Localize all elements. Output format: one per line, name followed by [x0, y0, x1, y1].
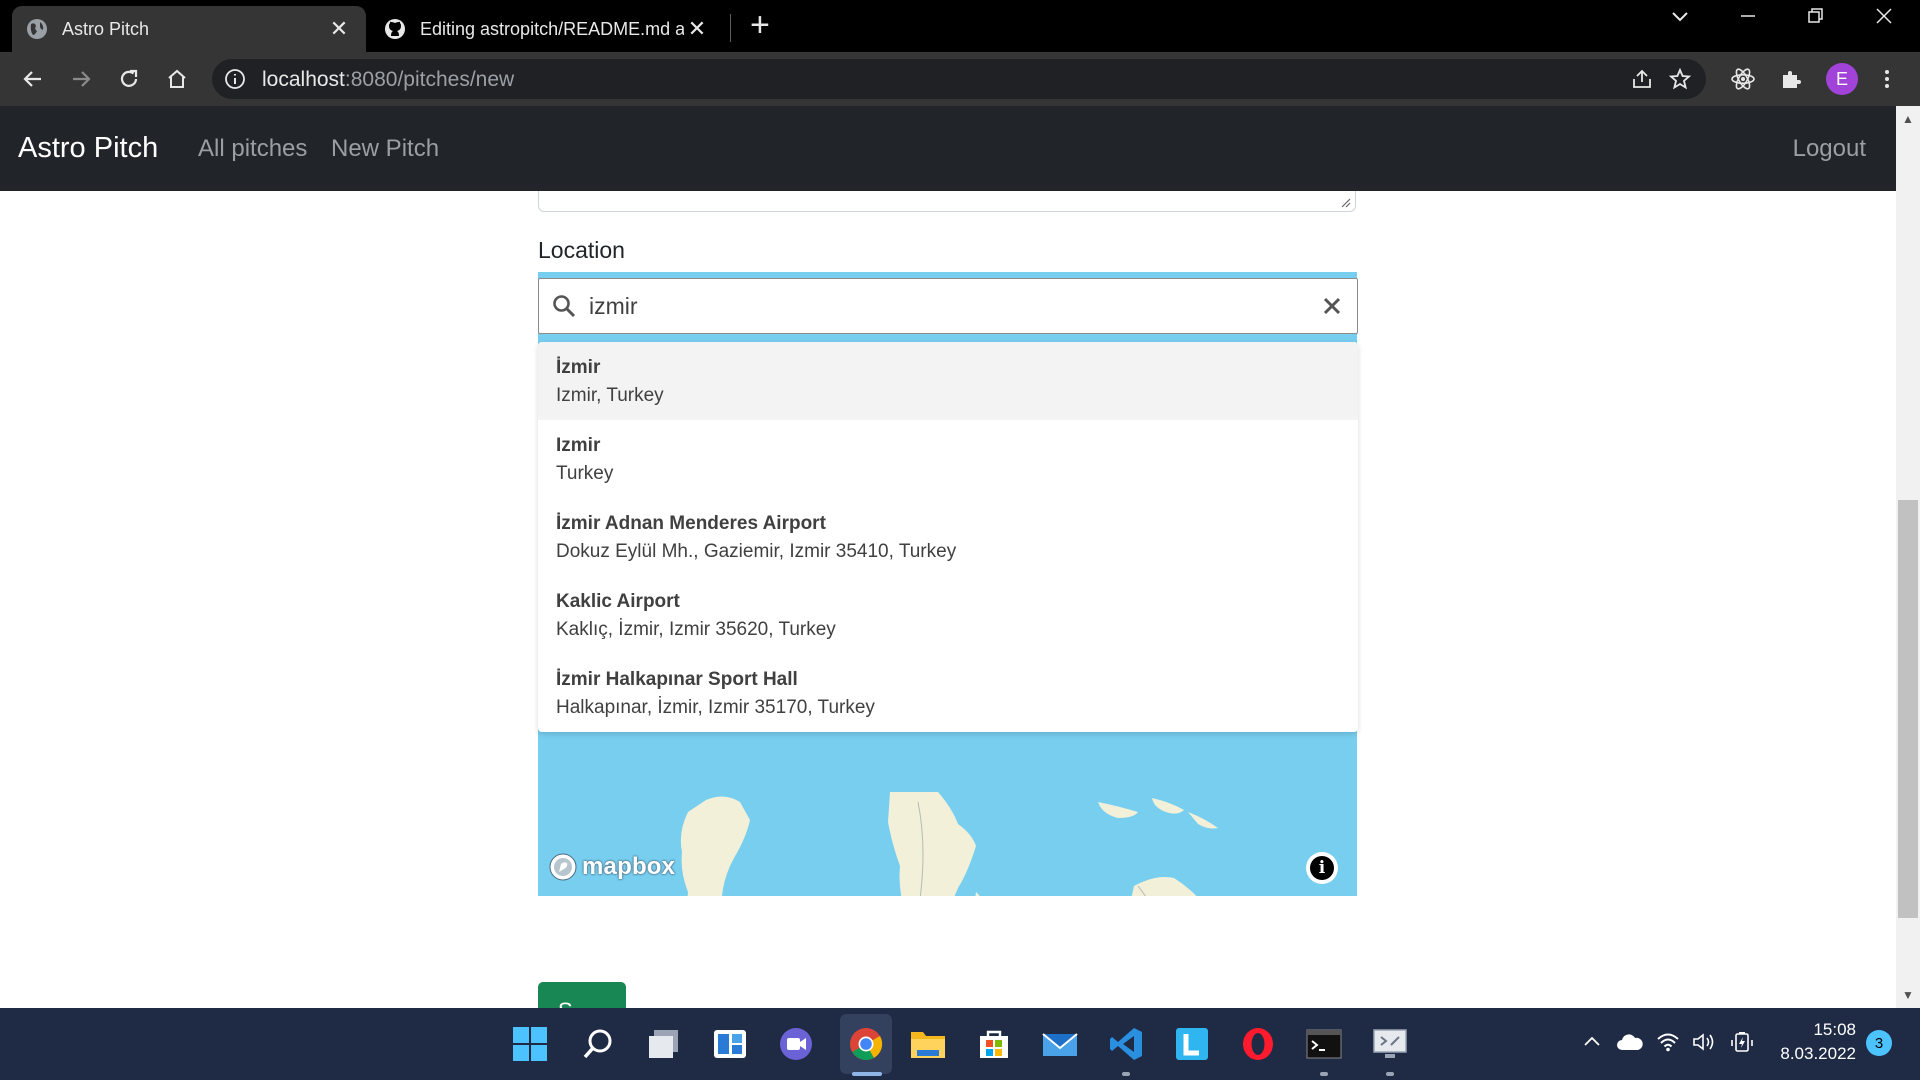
bookmark-star-icon[interactable]: [1668, 67, 1692, 96]
react-devtools-icon[interactable]: [1726, 62, 1760, 96]
volume-icon[interactable]: [1692, 1032, 1718, 1057]
notification-badge[interactable]: 3: [1866, 1030, 1892, 1056]
browser-tab-bar: Astro Pitch ✕ Editing astropitch/README.…: [0, 0, 1920, 52]
search-icon: [553, 295, 576, 318]
location-search-input[interactable]: [589, 289, 1289, 323]
location-geocoder: [538, 278, 1358, 334]
close-tab-icon[interactable]: ✕: [326, 16, 352, 42]
suggestion-item[interactable]: İzmir Izmir, Turkey: [538, 342, 1358, 420]
site-info-icon[interactable]: [224, 68, 246, 90]
windows-taskbar: 15:08 8.03.2022 3: [0, 1008, 1920, 1080]
suggestion-address: Turkey: [556, 463, 614, 484]
address-url: localhost:8080/pitches/new: [262, 68, 515, 91]
taskbar-clock[interactable]: 15:08 8.03.2022: [1762, 1018, 1856, 1066]
restore-icon[interactable]: [1806, 6, 1826, 32]
wifi-icon[interactable]: [1656, 1032, 1680, 1057]
info-glyph: i: [1310, 856, 1334, 880]
suggestion-title: Izmir: [556, 435, 601, 456]
search-taskbar-icon[interactable]: [576, 1022, 620, 1066]
battery-charging-icon[interactable]: [1730, 1032, 1756, 1057]
tab-github-readme[interactable]: Editing astropitch/README.md a ✕: [370, 6, 724, 52]
site-navbar: Astro Pitch All pitches New Pitch Logout: [0, 106, 1896, 191]
teams-chat-icon[interactable]: [774, 1022, 818, 1066]
mapbox-logo-text: mapbox: [582, 853, 676, 880]
remote-desktop-running-indicator: [1386, 1072, 1394, 1076]
suggestion-address: Halkapınar, İzmir, Izmir 35170, Turkey: [556, 697, 875, 718]
suggestion-item[interactable]: Izmir Turkey: [538, 420, 1358, 498]
suggestion-title: Kaklic Airport: [556, 591, 680, 612]
github-icon: [385, 19, 405, 39]
tab-separator: [730, 14, 731, 42]
location-suggestions: İzmir Izmir, Turkey Izmir Turkey İzmir A…: [538, 342, 1358, 732]
suggestion-title: İzmir Halkapınar Sport Hall: [556, 669, 798, 690]
clock-date: 8.03.2022: [1780, 1044, 1856, 1063]
mapbox-logo[interactable]: mapbox: [548, 852, 675, 882]
terminal-icon[interactable]: [1302, 1022, 1346, 1066]
share-icon[interactable]: [1630, 67, 1654, 96]
mail-icon[interactable]: [1038, 1022, 1082, 1066]
chrome-running-indicator: [852, 1072, 882, 1076]
close-tab-icon[interactable]: ✕: [684, 16, 710, 42]
back-icon[interactable]: [16, 62, 50, 96]
scrollbar-thumb[interactable]: [1898, 500, 1918, 918]
scroll-down-arrow-icon[interactable]: ▼: [1902, 988, 1914, 1002]
remote-desktop-icon[interactable]: [1368, 1022, 1412, 1066]
terminal-running-indicator: [1320, 1072, 1328, 1076]
tab-astro-pitch[interactable]: Astro Pitch ✕: [12, 6, 366, 52]
nav-new-pitch[interactable]: New Pitch: [331, 135, 439, 163]
home-icon[interactable]: [160, 62, 194, 96]
suggestion-item[interactable]: İzmir Adnan Menderes Airport Dokuz Eylül…: [538, 498, 1358, 576]
task-view-icon[interactable]: [642, 1022, 686, 1066]
suggestion-address: Kaklıç, İzmir, Izmir 35620, Turkey: [556, 619, 836, 640]
profile-initial: E: [1835, 68, 1848, 89]
suggestion-title: İzmir Adnan Menderes Airport: [556, 513, 826, 534]
globe-icon: [27, 19, 47, 39]
suggestion-address: Izmir, Turkey: [556, 385, 664, 406]
page-viewport: Astro Pitch All pitches New Pitch Logout…: [0, 106, 1896, 1008]
address-bar[interactable]: localhost:8080/pitches/new: [212, 59, 1706, 99]
scroll-up-arrow-icon[interactable]: ▲: [1902, 112, 1914, 126]
location-label: Location: [538, 237, 625, 263]
tab-search-chevron-icon[interactable]: [1670, 6, 1690, 32]
clear-search-icon[interactable]: [1317, 291, 1347, 321]
tray-overflow-chevron-icon[interactable]: [1582, 1032, 1602, 1057]
l-app-icon[interactable]: [1170, 1022, 1214, 1066]
profile-avatar[interactable]: E: [1826, 63, 1858, 95]
onedrive-cloud-icon[interactable]: [1616, 1032, 1644, 1057]
minimize-icon[interactable]: [1738, 6, 1758, 32]
vscode-running-indicator: [1122, 1072, 1130, 1076]
file-explorer-icon[interactable]: [906, 1022, 950, 1066]
microsoft-store-icon[interactable]: [972, 1022, 1016, 1066]
suggestion-title: İzmir: [556, 357, 601, 378]
close-window-icon[interactable]: [1874, 6, 1894, 32]
vscode-icon[interactable]: [1104, 1022, 1148, 1066]
nav-logout[interactable]: Logout: [1793, 135, 1866, 163]
tab-title: Editing astropitch/README.md a: [420, 18, 684, 39]
chrome-icon[interactable]: [844, 1022, 888, 1066]
opera-icon[interactable]: [1236, 1022, 1280, 1066]
widgets-icon[interactable]: [708, 1022, 752, 1066]
browser-menu-icon[interactable]: [1870, 62, 1904, 96]
start-windows-icon[interactable]: [508, 1022, 552, 1066]
nav-all-pitches[interactable]: All pitches: [198, 135, 307, 163]
new-tab-icon[interactable]: +: [750, 8, 770, 42]
browser-toolbar: localhost:8080/pitches/new E: [0, 52, 1920, 106]
suggestion-item[interactable]: Kaklic Airport Kaklıç, İzmir, Izmir 3562…: [538, 576, 1358, 654]
save-button[interactable]: S: [538, 982, 626, 1008]
mapbox-logo-icon: [549, 853, 577, 881]
brand-link[interactable]: Astro Pitch: [18, 132, 158, 165]
map-attribution-info-icon[interactable]: i: [1306, 852, 1338, 884]
tab-title: Astro Pitch: [62, 18, 150, 39]
forward-icon[interactable]: [64, 62, 98, 96]
resize-grip-icon[interactable]: [1339, 196, 1351, 208]
suggestion-address: Dokuz Eylül Mh., Gaziemir, Izmir 35410, …: [556, 541, 957, 562]
extensions-puzzle-icon[interactable]: [1774, 62, 1808, 96]
clock-time: 15:08: [1813, 1020, 1856, 1039]
reload-icon[interactable]: [112, 62, 146, 96]
suggestion-item[interactable]: İzmir Halkapınar Sport Hall Halkapınar, …: [538, 654, 1358, 732]
